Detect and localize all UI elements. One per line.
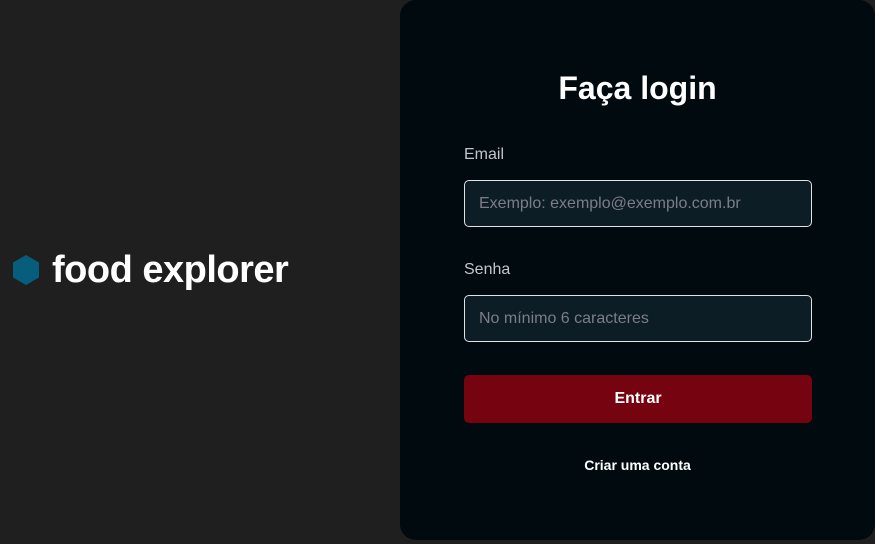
brand-logo: food explorer [12,248,289,292]
email-field[interactable] [464,180,812,227]
login-button[interactable]: Entrar [464,375,812,423]
page-title: Faça login [558,70,717,106]
create-account-link[interactable]: Criar uma conta [400,455,875,475]
password-field[interactable] [464,295,812,342]
login-page: food explorer Faça login Email Senha Ent… [0,0,875,544]
email-label: Email [464,146,505,163]
login-panel: Faça login Email Senha Entrar Criar uma … [400,0,875,540]
brand-name: food explorer [52,249,289,291]
password-label: Senha [464,261,511,278]
hexagon-icon [12,254,40,286]
